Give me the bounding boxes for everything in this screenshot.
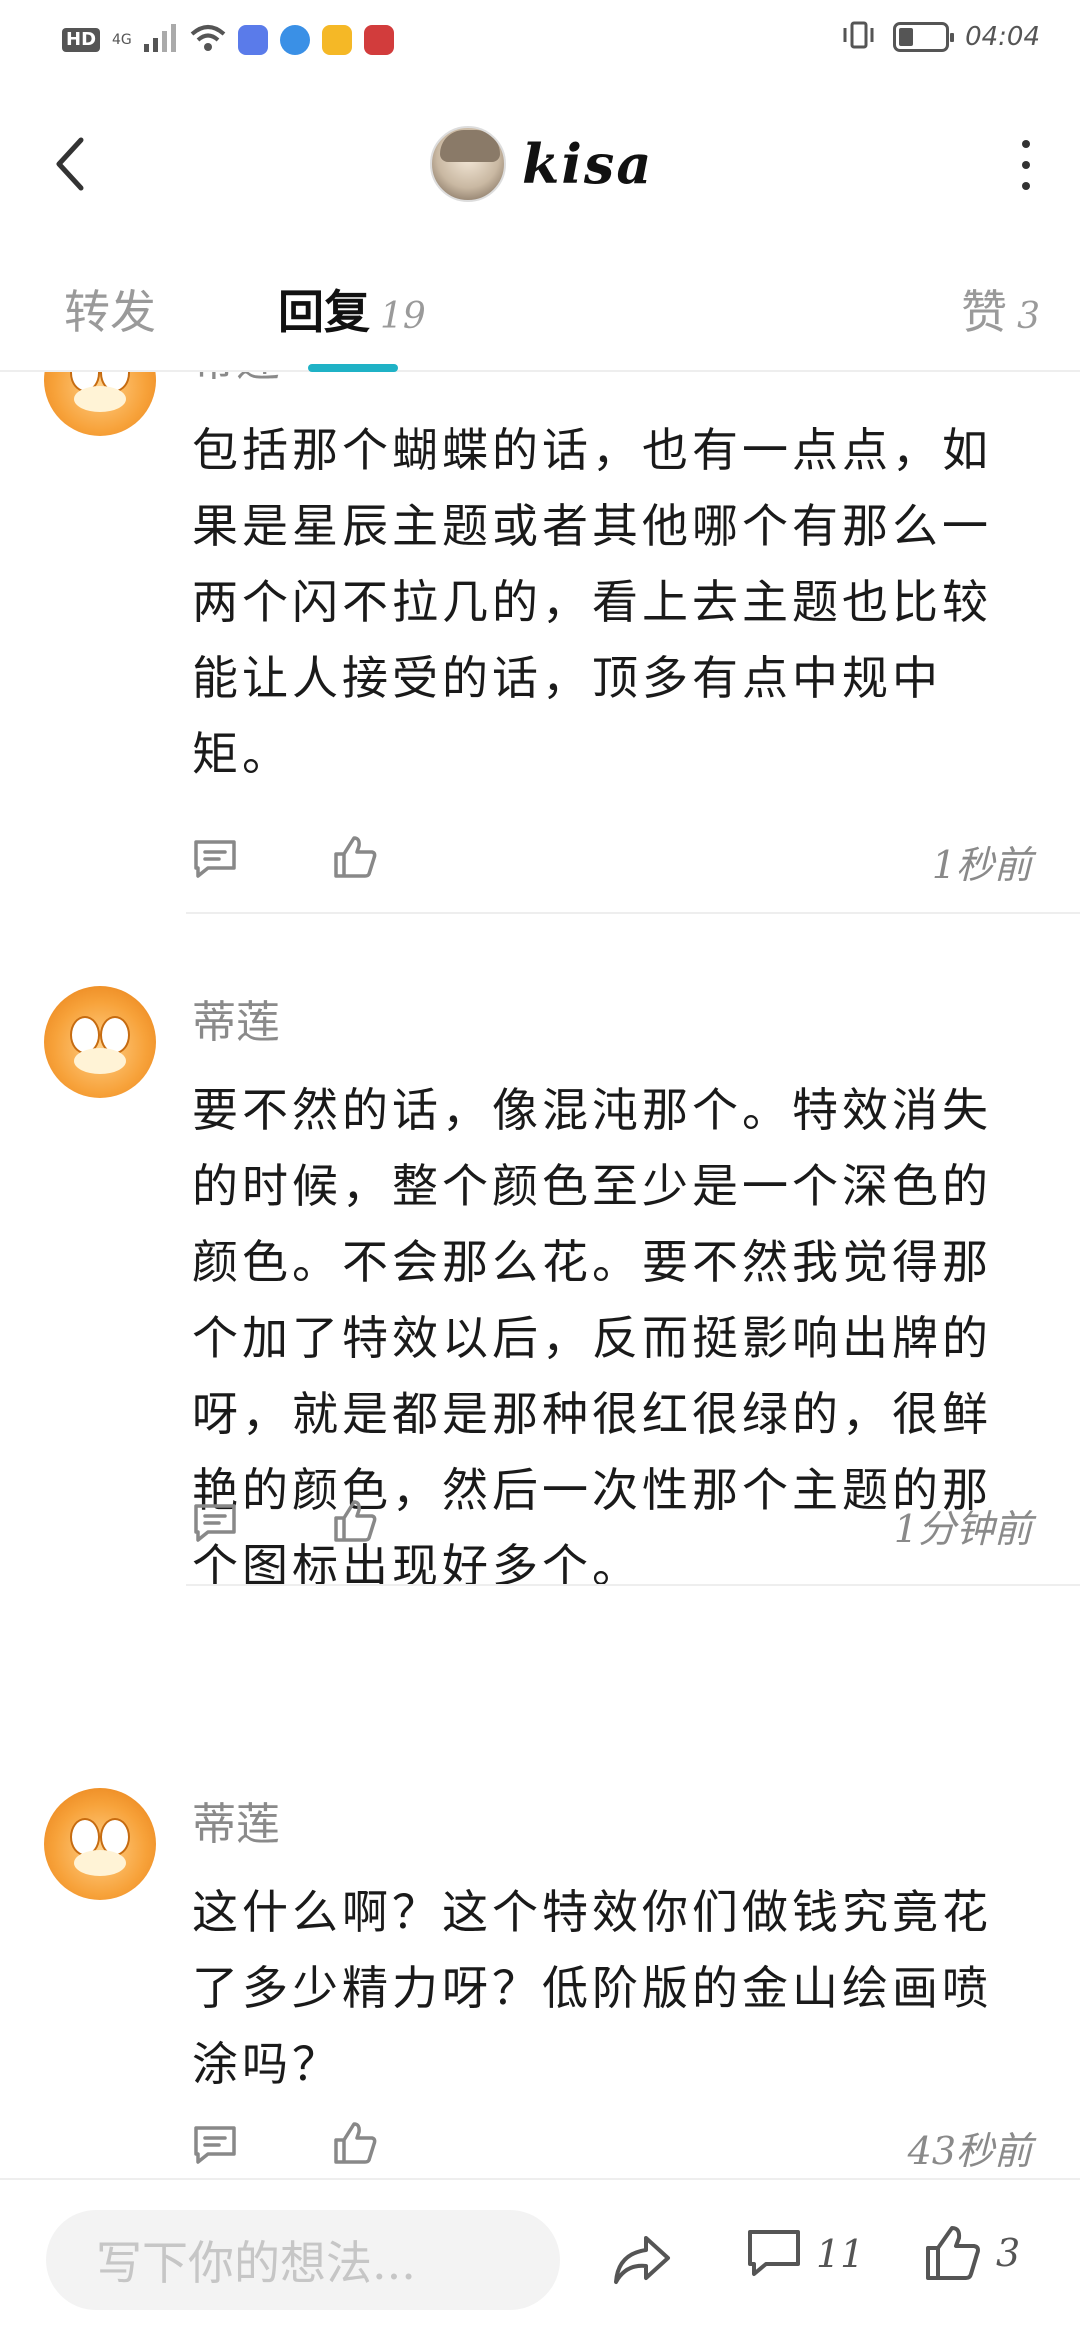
tab-like[interactable]: 赞 3 [961,276,1040,342]
comment-actions: 1秒前 [192,828,1042,888]
tab-reply-label: 回复 [278,285,370,339]
thumbs-up-icon [926,2226,980,2280]
comment-button[interactable]: 11 [746,2226,864,2282]
comment-item: 蒂莲 这什么啊？这个特效你们做钱究竟花了多少精力呀？低阶版的金山绘画喷涂吗？ 4… [0,1788,1080,2178]
more-options-button[interactable] [1016,140,1036,190]
commenter-name[interactable]: 蒂莲 [192,1788,280,1852]
tab-bar: 转发 回复 19 赞 3 [0,250,1080,372]
status-bar: HD 4G 04:04 [0,0,1080,80]
reply-icon[interactable] [192,1500,238,1546]
bottom-action-bar: 写下你的想法... 11 3 [0,2178,1080,2340]
hd-badge: HD [62,28,101,52]
like-count: 3 [996,2231,1021,2275]
active-tab-indicator [308,364,398,372]
comment-time: 1秒前 [931,843,1032,887]
comment-actions: 43秒前 [192,2114,1042,2174]
signal-icon [143,24,178,56]
browser-app-icon [279,25,310,55]
comment-input[interactable]: 写下你的想法... [46,2210,560,2310]
comment-actions: 1分钟前 [192,1492,1042,1552]
reply-icon[interactable] [192,2122,238,2168]
page-title: kisa [522,132,654,196]
notes-app-icon [321,25,352,55]
comment-time: 1分钟前 [893,1507,1032,1551]
wifi-icon [190,24,226,56]
comment-count: 11 [816,2232,865,2276]
music-app-icon [237,25,268,55]
like-icon[interactable] [332,834,378,880]
status-right: 04:04 [841,20,1040,54]
comment-text: 这什么啊？这个特效你们做钱究竟花了多少精力呀？低阶版的金山绘画喷涂吗？ [192,1885,992,2091]
tab-reply[interactable]: 回复 19 [278,276,426,342]
like-icon[interactable] [332,1498,378,1544]
title-group[interactable]: kisa [430,126,653,202]
tab-like-count: 3 [1017,296,1040,337]
commenter-name[interactable]: 蒂莲 [192,372,280,388]
comment-divider [186,912,1080,914]
tab-reply-count: 19 [380,296,426,337]
comment-icon [748,2230,800,2276]
like-button[interactable]: 3 [924,2224,1020,2282]
comment-item: 蒂莲 包括那个蝴蝶的话，也有一点点，如果是星辰主题或者其他哪个有那么一两个闪不拉… [0,372,1080,920]
back-button[interactable] [40,134,100,194]
commenter-avatar[interactable] [44,372,156,436]
chevron-left-icon [56,137,84,191]
tab-like-label: 赞 [961,285,1008,339]
commenter-avatar[interactable] [44,986,156,1098]
tab-repost[interactable]: 转发 [64,276,156,342]
clock: 04:04 [965,22,1040,52]
comment-list[interactable]: 蒂莲 包括那个蝴蝶的话，也有一点点，如果是星辰主题或者其他哪个有那么一两个闪不拉… [0,372,1080,2178]
comment-item: 蒂莲 要不然的话，像混沌那个。特效消失的时候，整个颜色至少是一个深色的颜色。不会… [0,986,1080,1786]
comment-divider [186,1584,1080,1586]
reply-icon[interactable] [192,836,238,882]
network-type: 4G [112,32,132,48]
vibrate-icon [841,20,877,54]
huawei-app-icon [363,25,394,55]
more-icon [1022,140,1030,148]
top-app-bar: kisa [0,110,1080,220]
share-icon[interactable] [610,2228,674,2292]
like-icon[interactable] [332,2120,378,2166]
comment-text: 包括那个蝴蝶的话，也有一点点，如果是星辰主题或者其他哪个有那么一两个闪不拉几的，… [192,423,992,781]
comment-input-placeholder: 写下你的想法... [96,2236,416,2290]
commenter-avatar[interactable] [44,1788,156,1900]
status-left: HD 4G [62,24,394,56]
commenter-name[interactable]: 蒂莲 [192,986,280,1050]
comment-time: 43秒前 [907,2129,1032,2173]
battery-icon [893,22,955,52]
user-avatar[interactable] [430,126,506,202]
tab-repost-label: 转发 [64,285,156,339]
